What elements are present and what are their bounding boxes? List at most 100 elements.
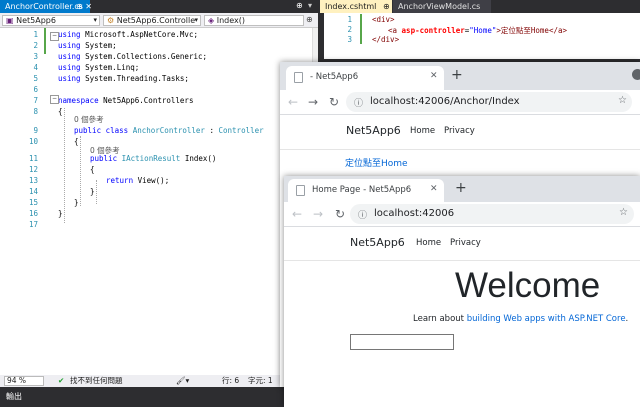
- nav-home[interactable]: Home: [416, 238, 441, 248]
- forward-icon[interactable]: →: [308, 95, 318, 109]
- split-icon[interactable]: ⊕: [306, 15, 313, 24]
- zoom-dropdown[interactable]: 94 %: [4, 376, 44, 386]
- line-number: 10: [28, 137, 38, 146]
- code-line: using System;: [58, 41, 117, 50]
- back-icon[interactable]: ←: [288, 95, 298, 109]
- reload-icon[interactable]: ↻: [335, 207, 345, 221]
- tab-pin-close-icons[interactable]: ⊕ ✕: [76, 0, 92, 13]
- pin-icon[interactable]: ⊕: [383, 0, 390, 13]
- nav-privacy[interactable]: Privacy: [444, 126, 475, 136]
- member-name: Index(): [216, 16, 245, 25]
- overflow-icon[interactable]: ▾: [308, 1, 312, 10]
- column-indicator: 字元: 1: [248, 376, 273, 385]
- browser-tab[interactable]: - Net5App6 ✕: [286, 66, 444, 90]
- reload-icon[interactable]: ↻: [329, 95, 339, 109]
- address-bar-row: ← → ↻ ⓘ localhost:42006 ☆: [284, 202, 640, 227]
- close-icon[interactable]: ✕: [430, 71, 438, 81]
- method-icon: ◈: [208, 16, 215, 25]
- class-dropdown[interactable]: ⚙ Net5App6.Controlle ▾: [103, 15, 201, 26]
- new-tab-button[interactable]: +: [455, 180, 467, 196]
- method-reference-count[interactable]: 0 個參考: [90, 145, 120, 156]
- tab-title: Home Page - Net5App6: [312, 185, 412, 195]
- indent-guide: [80, 136, 81, 206]
- address-bar-row: ← → ↻ ⓘ localhost:42006/Anchor/Index ☆: [280, 90, 640, 115]
- line-number: 17: [28, 220, 38, 229]
- site-brand[interactable]: Net5App6: [350, 236, 405, 249]
- star-icon[interactable]: ☆: [619, 207, 628, 218]
- code-line: <a asp-controller="Home">定位點至Home</a>: [388, 26, 568, 35]
- line-number: 15: [28, 198, 38, 207]
- line-number: 12: [28, 165, 38, 174]
- line-number: 9: [33, 126, 38, 135]
- tab-title: - Net5App6: [310, 72, 359, 82]
- line-number: 3: [347, 35, 352, 44]
- code-line: return View();: [106, 176, 170, 185]
- line-number: 4: [33, 63, 38, 72]
- line-number: 3: [33, 52, 38, 61]
- star-icon[interactable]: ☆: [618, 95, 627, 106]
- code-line: }: [58, 209, 63, 218]
- project-dropdown[interactable]: ▣ Net5App6 ▾: [2, 15, 100, 26]
- line-number: 2: [33, 41, 38, 50]
- change-indicator: [360, 14, 362, 44]
- forward-icon[interactable]: →: [313, 207, 323, 221]
- aspnet-link[interactable]: building Web apps with ASP.NET Core: [467, 314, 626, 324]
- code-navigation-bar: ▣ Net5App6 ▾ ⚙ Net5App6.Controlle ▾ ◈ In…: [0, 13, 318, 28]
- info-icon[interactable]: ⓘ: [354, 96, 363, 109]
- tab-anchor-controller[interactable]: AnchorController.cs ⊕ ✕: [0, 0, 92, 13]
- code-line: using System.Linq;: [58, 63, 140, 72]
- back-icon[interactable]: ←: [292, 207, 302, 221]
- indent-guide: [96, 180, 97, 204]
- member-dropdown[interactable]: ◈ Index(): [204, 15, 304, 26]
- code-line: public class AnchorController : Controll…: [74, 126, 264, 135]
- chevron-down-icon: ▾: [93, 16, 97, 24]
- code-editor[interactable]: 1 using Microsoft.AspNetCore.Mvc; 2 using S…: [0, 28, 318, 375]
- csharp-project-icon: ▣: [6, 16, 14, 25]
- zoom-level: 94 %: [7, 376, 27, 385]
- browser-tab[interactable]: Home Page - Net5App6 ✕: [288, 179, 444, 202]
- nav-home[interactable]: Home: [410, 126, 435, 136]
- learn-about-text: Learn about building Web apps with ASP.N…: [413, 314, 629, 324]
- line-number: 2: [347, 25, 352, 34]
- razor-editor[interactable]: 1 <div> 2 <a asp-controller="Home">定位點至H…: [324, 13, 640, 59]
- page-icon: [296, 185, 305, 196]
- code-line: }: [74, 198, 79, 207]
- anchor-link[interactable]: 定位點至Home: [345, 156, 408, 169]
- nav-privacy[interactable]: Privacy: [450, 238, 481, 248]
- line-number: 13: [28, 176, 38, 185]
- line-number: 7: [33, 96, 38, 105]
- profile-icon[interactable]: [632, 69, 640, 80]
- welcome-heading: Welcome: [455, 266, 601, 305]
- site-navbar: Net5App6 Home Privacy: [284, 226, 640, 261]
- site-brand[interactable]: Net5App6: [346, 124, 401, 137]
- line-number: 1: [347, 15, 352, 24]
- close-icon[interactable]: ✕: [430, 184, 438, 194]
- collapse-toggle[interactable]: −: [50, 95, 59, 104]
- tab-index-cshtml[interactable]: Index.cshtml ⊕: [320, 0, 392, 13]
- issues-status[interactable]: 找不到任何問題: [70, 375, 123, 387]
- browser-window-home[interactable]: Home Page - Net5App6 ✕ + ← → ↻ ⓘ localho…: [284, 176, 640, 407]
- code-line: {: [74, 137, 79, 146]
- text-input[interactable]: [350, 334, 454, 350]
- address-bar[interactable]: ⓘ localhost:42006 ☆: [350, 204, 634, 224]
- page-icon: [294, 72, 303, 83]
- code-line: {: [58, 107, 63, 116]
- tab-anchor-viewmodel[interactable]: AnchorViewModel.cs: [393, 0, 491, 13]
- line-number: 16: [28, 209, 38, 218]
- line-number: 8: [33, 107, 38, 116]
- info-icon[interactable]: ⓘ: [358, 208, 367, 221]
- code-line: using Microsoft.AspNetCore.Mvc;: [58, 30, 198, 39]
- line-number: 6: [33, 85, 38, 94]
- pin-icon[interactable]: ⊕: [296, 1, 303, 10]
- brush-icon[interactable]: 🖌▾: [176, 375, 189, 387]
- url-text: localhost:42006/Anchor/Index: [370, 96, 520, 107]
- code-line: {: [90, 165, 95, 174]
- code-line: using System.Threading.Tasks;: [58, 74, 189, 83]
- code-line: using System.Collections.Generic;: [58, 52, 208, 61]
- line-number: 5: [33, 74, 38, 83]
- new-tab-button[interactable]: +: [451, 67, 463, 83]
- line-number: 1: [33, 30, 38, 39]
- collapse-toggle[interactable]: −: [50, 32, 59, 41]
- class-reference-count[interactable]: 0 個參考: [74, 114, 104, 125]
- address-bar[interactable]: ⓘ localhost:42006/Anchor/Index ☆: [346, 92, 632, 112]
